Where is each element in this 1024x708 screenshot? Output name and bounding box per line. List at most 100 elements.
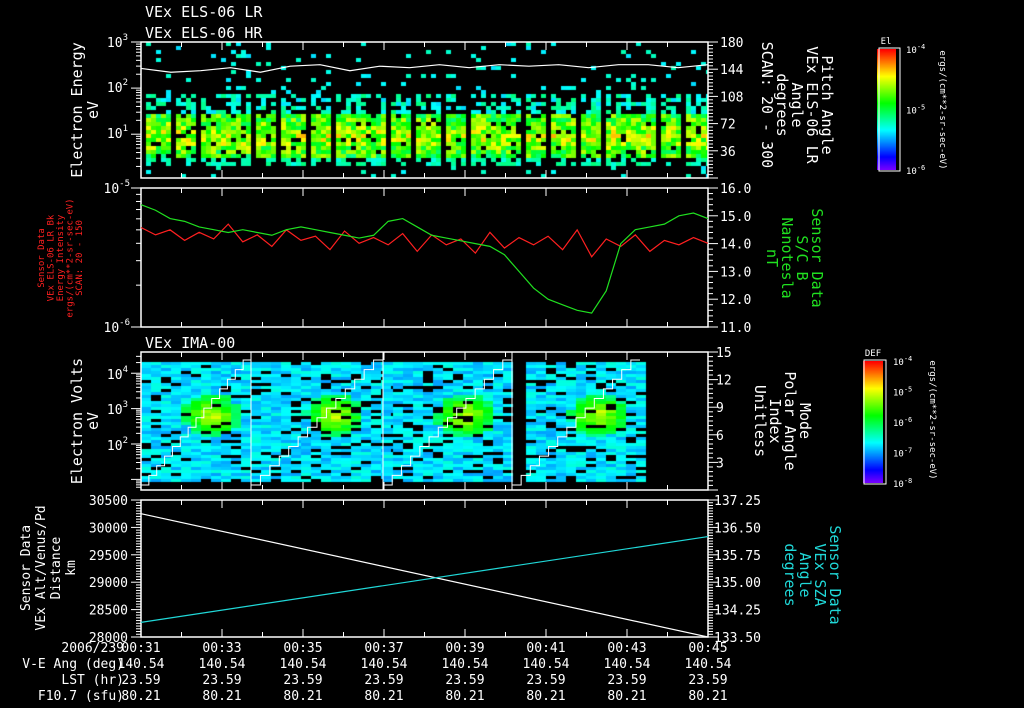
panel2-right-label: nT: [763, 249, 781, 267]
right-tick-label: 14.0: [720, 238, 751, 253]
polar-angle-index-line: [512, 359, 640, 486]
right-tick-label: 180: [720, 36, 743, 51]
right-tick-label: 137.25: [714, 494, 761, 509]
colorbar-tick-exponent: -8: [904, 477, 912, 485]
footer-f107-value: 80.21: [526, 689, 565, 704]
panel4-left-label: Sensor Data: [19, 525, 34, 611]
panel-frame: [140, 351, 709, 491]
footer-lst-value: 23.59: [121, 673, 160, 688]
footer-row-label: V-E Ang (deg): [22, 657, 124, 672]
footer-lst-value: 23.59: [688, 673, 727, 688]
footer-lst-value: 23.59: [607, 673, 646, 688]
right-tick-label: 108: [720, 90, 743, 105]
y-tick-label: 29500: [89, 549, 128, 564]
colorbar1-unit: ergs/(cm**2-sr-sec-eV): [937, 50, 947, 169]
y-tick-exponent: 3: [123, 400, 128, 410]
footer-ve-ang-value: 140.54: [118, 657, 165, 672]
footer-f107-value: 80.21: [283, 689, 322, 704]
panel-frame: [140, 499, 709, 638]
right-tick-label: 135.00: [714, 576, 761, 591]
title-ima: VEx IMA-00: [145, 334, 235, 352]
footer-row-label: 2006/239: [61, 641, 124, 656]
panel4-right-label: degrees: [781, 543, 799, 606]
footer-times-value: 00:37: [364, 641, 403, 656]
footer-f107-value: 80.21: [202, 689, 241, 704]
plot-figure: 103 102 101 180 144 108 72 36 Pitch Angle VEx ELS…: [0, 0, 1024, 708]
right-tick-label: 12.0: [720, 293, 751, 308]
colorbar-tick-label: 10-5: [906, 104, 925, 117]
panel1-right-label: SCAN: 20 - 300: [758, 42, 776, 168]
polar-angle-index-line: [141, 359, 251, 486]
footer-times-value: 00:41: [526, 641, 565, 656]
footer-ve-ang-value: 140.54: [685, 657, 732, 672]
right-tick-label: 16.0: [720, 182, 751, 197]
right-tick-label: 15: [716, 346, 732, 361]
footer-f107-value: 80.21: [364, 689, 403, 704]
footer-row-label: LST (hr): [61, 673, 124, 688]
y-tick-exponent: 2: [123, 436, 128, 446]
colorbar-tick-label: 10-4: [893, 355, 912, 368]
right-tick-label: 72: [720, 118, 736, 133]
panel2-left-label: Sensor Data: [37, 228, 47, 288]
polar-angle-index-line: [383, 359, 512, 486]
right-tick-label: 134.25: [714, 604, 761, 619]
colorbar2-unit: ergs/(cm**2-sr-sec-eV): [927, 360, 937, 479]
magnetic-field-line: [140, 204, 709, 314]
y-tick-label: 104: [107, 365, 128, 383]
footer-row-label: F10.7 (sfu): [38, 689, 124, 704]
panel3-right-label: Unitless: [751, 385, 769, 457]
y-tick-label: 30000: [89, 521, 128, 536]
colorbar-frame: [863, 359, 887, 485]
y-tick-label: 10-6: [104, 318, 131, 336]
distance-line: [140, 513, 709, 638]
y-tick-label: 103: [107, 33, 128, 51]
colorbar-tick-exponent: -5: [917, 104, 925, 112]
footer-ve-ang-value: 140.54: [280, 657, 327, 672]
energy-intensity-line: [140, 223, 709, 258]
panel2-left-label: VEx ELS-06 LR Bk: [47, 214, 57, 301]
colorbar1-title: El: [881, 37, 892, 47]
right-tick-label: 13.0: [720, 265, 751, 280]
panel4-left-label: VEx Alt/Venus/Pd: [34, 505, 49, 630]
colorbar-tick-label: 10-6: [893, 416, 912, 429]
y-tick-label: 102: [107, 436, 128, 454]
panel4-left-label: km: [64, 560, 79, 576]
colorbar-tick-exponent: -4: [904, 355, 912, 363]
right-tick-label: 11.0: [720, 321, 751, 336]
footer-times-value: 00:43: [607, 641, 646, 656]
footer-times-value: 00:35: [283, 641, 322, 656]
footer-lst-value: 23.59: [283, 673, 322, 688]
panel-frame: [140, 41, 709, 179]
panel4-left-label: Distance: [49, 537, 64, 600]
colorbar-tick-label: 10-4: [906, 43, 925, 56]
right-tick-label: 15.0: [720, 210, 751, 225]
colorbar-tick-label: 10-7: [893, 447, 912, 460]
sza-line: [140, 535, 709, 623]
colorbar-tick-exponent: -7: [904, 447, 912, 455]
y-tick-label: 30500: [89, 494, 128, 509]
footer-lst-value: 23.59: [526, 673, 565, 688]
plot-overlay: 1031021011801441087236 Pitch AngleVEx ELS…: [19, 3, 947, 704]
y-tick-label: 29000: [89, 576, 128, 591]
y-tick-label: 28500: [89, 604, 128, 619]
footer-times-value: 00:31: [121, 641, 160, 656]
footer-f107-value: 80.21: [121, 689, 160, 704]
footer-ve-ang-value: 140.54: [604, 657, 651, 672]
polar-angle-index-line: [251, 359, 383, 486]
title-els-lr: VEx ELS-06 LR: [145, 3, 263, 21]
panel2-left-label: SCAN: 20 - 150: [75, 220, 85, 296]
y-tick-label: 103: [107, 400, 128, 418]
y-tick-exponent: 2: [123, 78, 128, 88]
pitch-angle-line: [140, 64, 709, 73]
right-tick-label: 136.50: [714, 521, 761, 536]
footer-lst-value: 23.59: [202, 673, 241, 688]
y-tick-exponent: 1: [123, 124, 128, 134]
colorbar-tick-exponent: -4: [917, 43, 925, 51]
colorbar-tick-label: 10-8: [893, 477, 912, 490]
colorbar-tick-label: 10-6: [906, 164, 925, 177]
colorbar2-title: DEF: [865, 349, 881, 359]
y-tick-label: 102: [107, 78, 128, 96]
colorbar-tick-label: 10-5: [893, 386, 912, 399]
y-tick-exponent: -6: [119, 318, 130, 328]
right-tick-label: 3: [716, 456, 724, 471]
